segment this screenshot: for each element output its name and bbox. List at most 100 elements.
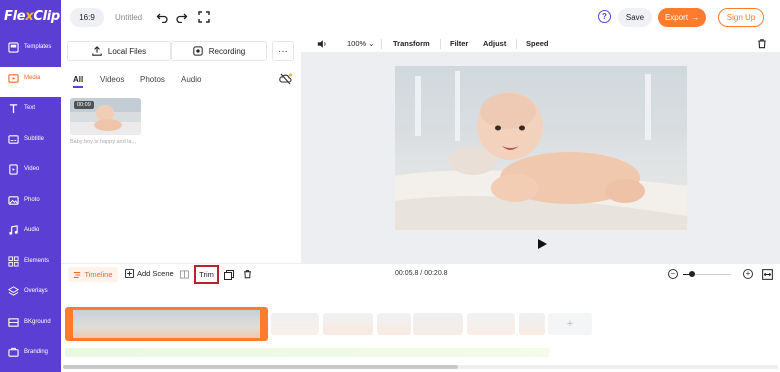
video-clip-ghost[interactable] xyxy=(467,313,515,335)
export-label: Export xyxy=(664,13,689,22)
zoom-select[interactable]: 100% ⌄ xyxy=(347,39,375,48)
timeline-zoom-slider[interactable] xyxy=(683,271,731,277)
sidebar-item-background[interactable]: BKground xyxy=(0,311,61,341)
redo-icon[interactable] xyxy=(176,11,188,23)
add-scene-icon xyxy=(125,269,134,278)
divider xyxy=(381,39,382,49)
clip-trim-handle-right[interactable] xyxy=(260,310,265,338)
video-clip-ghost[interactable] xyxy=(519,313,545,335)
zoom-in-button[interactable]: + xyxy=(743,269,753,279)
adjust-button[interactable]: Adjust xyxy=(483,39,506,48)
subtitle-track[interactable] xyxy=(65,348,549,357)
save-button[interactable]: Save xyxy=(618,8,652,27)
fullscreen-icon[interactable] xyxy=(198,11,210,23)
aspect-ratio-button[interactable]: 16:9 xyxy=(70,8,104,27)
sidebar-item-media[interactable]: Media xyxy=(0,67,61,97)
video-clip-ghost[interactable] xyxy=(413,313,463,335)
selected-video-clip[interactable] xyxy=(65,307,268,341)
overlays-icon xyxy=(8,286,19,296)
sidebar-item-label: Branding xyxy=(24,349,49,355)
video-clip-ghost[interactable] xyxy=(323,313,373,335)
local-files-label: Local Files xyxy=(107,46,147,56)
flexclip-logo[interactable]: FlexClip xyxy=(4,9,60,24)
sidebar-item-label: Text xyxy=(24,105,36,111)
zoom-out-button[interactable]: − xyxy=(668,269,678,279)
timeline-scrollbar[interactable] xyxy=(63,365,778,369)
background-icon xyxy=(8,318,19,327)
export-button[interactable]: Export → xyxy=(658,8,706,27)
local-files-button[interactable]: Local Files xyxy=(67,41,171,61)
sidebar-item-label: Audio xyxy=(24,227,40,233)
recording-label: Recording xyxy=(208,46,246,56)
preview-stage xyxy=(301,53,780,263)
media-caption: Baby boy is happy and la... xyxy=(70,139,137,145)
sidebar-item-label: Subtitle xyxy=(24,136,45,142)
sidebar-item-video[interactable]: Video xyxy=(0,158,61,188)
timeline-label: Timeline xyxy=(84,270,113,279)
clip-frame xyxy=(215,310,265,338)
video-icon xyxy=(9,164,18,175)
upload-icon xyxy=(92,46,102,56)
project-title[interactable]: Untitled xyxy=(115,13,142,22)
sidebar-item-label: Elements xyxy=(24,258,50,264)
recording-button[interactable]: Recording xyxy=(171,41,267,61)
clip-frame xyxy=(68,310,118,338)
tab-photos[interactable]: Photos xyxy=(140,75,165,84)
play-button[interactable] xyxy=(538,239,547,249)
templates-icon xyxy=(8,42,19,53)
active-tab-indicator xyxy=(73,86,83,88)
more-options-button[interactable]: ··· xyxy=(272,41,294,61)
transform-button[interactable]: Transform xyxy=(393,39,430,48)
plus-icon: + xyxy=(566,318,574,330)
clip-trim-handle-left[interactable] xyxy=(68,310,73,338)
elements-icon xyxy=(8,256,19,267)
sidebar-item-subtitle[interactable]: Subtitle xyxy=(0,128,61,158)
duplicate-icon[interactable] xyxy=(224,270,234,280)
scrollbar-thumb[interactable] xyxy=(63,365,458,369)
arrow-right-icon: → xyxy=(691,13,700,22)
media-thumbnail[interactable]: 00:09 xyxy=(70,98,141,135)
add-clip-button[interactable]: + xyxy=(548,313,592,335)
timeline-toolbar: Timeline Add Scene Trim 00:05.8 / 00:20.… xyxy=(61,263,780,285)
tab-videos[interactable]: Videos xyxy=(100,75,124,84)
audio-icon xyxy=(9,225,18,235)
cloud-off-icon[interactable] xyxy=(279,73,292,85)
video-clip-ghost[interactable] xyxy=(271,313,319,335)
branding-icon xyxy=(8,347,19,357)
sidebar-item-label: Media xyxy=(24,75,41,81)
add-scene-label: Add Scene xyxy=(137,269,174,278)
sidebar-item-elements[interactable]: Elements xyxy=(0,250,61,280)
delete-icon[interactable] xyxy=(243,269,252,279)
video-clip-ghost[interactable] xyxy=(377,313,411,335)
timeline-icon xyxy=(74,271,81,278)
volume-icon[interactable] xyxy=(317,39,327,49)
sign-up-button[interactable]: Sign Up xyxy=(718,8,764,27)
fit-timeline-icon[interactable] xyxy=(762,269,773,280)
zoom-slider-handle[interactable] xyxy=(688,271,695,277)
chevron-down-icon: ⌄ xyxy=(368,39,375,48)
sidebar-item-text[interactable]: Text xyxy=(0,97,61,127)
logo-text-c: Clip xyxy=(33,9,60,24)
tab-all[interactable]: All xyxy=(73,75,83,84)
undo-icon[interactable] xyxy=(156,11,168,23)
help-icon[interactable]: ? xyxy=(598,10,611,23)
trim-button[interactable]: Trim xyxy=(194,265,219,284)
sidebar-item-label: Templates xyxy=(24,44,52,50)
sidebar-item-overlays[interactable]: Overlays xyxy=(0,280,61,310)
sidebar: FlexClip Templates Media Text Subtitle V… xyxy=(0,0,61,372)
sidebar-item-photo[interactable]: Photo xyxy=(0,189,61,219)
trash-icon[interactable] xyxy=(757,38,767,49)
split-icon[interactable] xyxy=(180,270,189,279)
logo-text-a: Fle xyxy=(4,9,26,24)
timeline-button[interactable]: Timeline xyxy=(68,267,118,282)
video-canvas[interactable] xyxy=(395,66,687,230)
sidebar-item-templates[interactable]: Templates xyxy=(0,36,61,66)
media-panel: Local Files Recording ··· All Videos Pho… xyxy=(61,35,301,263)
sidebar-item-audio[interactable]: Audio xyxy=(0,219,61,249)
add-scene-button[interactable]: Add Scene xyxy=(125,269,174,278)
playback-time: 00:05.8 / 00:20.8 xyxy=(395,270,448,277)
tab-audio[interactable]: Audio xyxy=(181,75,201,84)
speed-button[interactable]: Speed xyxy=(526,39,549,48)
filter-button[interactable]: Filter xyxy=(450,39,468,48)
sidebar-item-branding[interactable]: Branding xyxy=(0,341,61,371)
